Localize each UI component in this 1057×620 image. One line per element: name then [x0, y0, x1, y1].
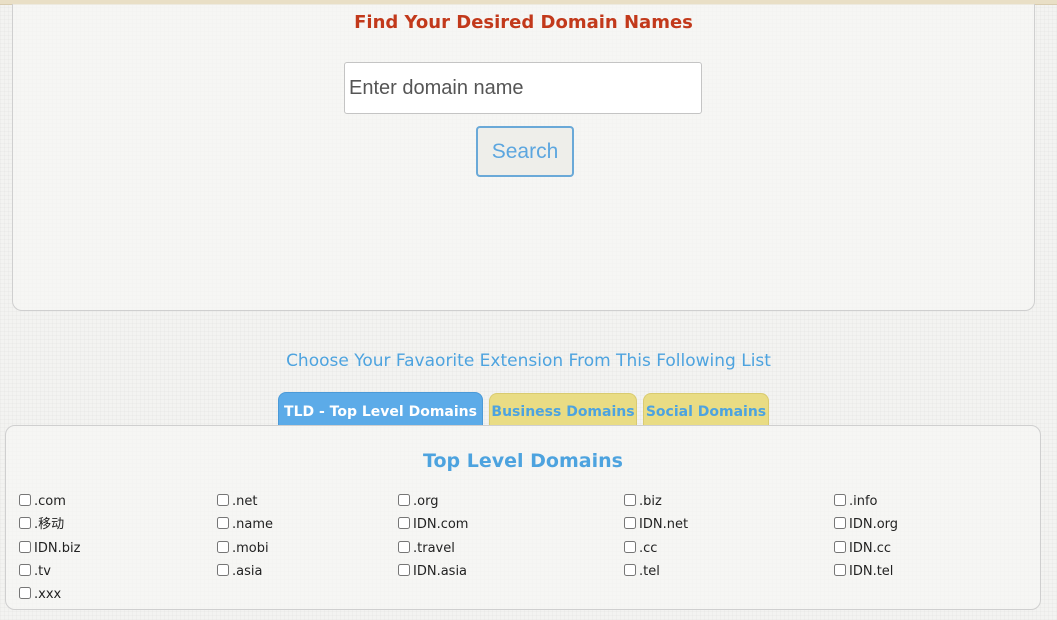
extension-item[interactable]: .info: [834, 494, 878, 510]
extension-item[interactable]: IDN.net: [624, 517, 688, 533]
extension-checkbox[interactable]: [398, 517, 410, 529]
extension-item[interactable]: IDN.org: [834, 517, 898, 533]
extension-label: IDN.cc: [849, 541, 891, 556]
tab-business-domains[interactable]: Business Domains: [489, 393, 637, 426]
extension-label: .tv: [34, 564, 51, 579]
extension-item[interactable]: .net: [217, 494, 257, 510]
choose-extension-heading: Choose Your Favaorite Extension From Thi…: [286, 351, 771, 371]
extension-checkbox[interactable]: [19, 564, 31, 576]
extension-item[interactable]: .asia: [217, 564, 262, 580]
extension-checkbox[interactable]: [834, 494, 846, 506]
extension-label: .com: [34, 494, 66, 509]
extension-checkbox[interactable]: [217, 494, 229, 506]
extension-checkbox[interactable]: [217, 541, 229, 553]
extension-label: .asia: [232, 564, 263, 579]
extension-item[interactable]: IDN.asia: [398, 564, 467, 580]
tab-tld[interactable]: TLD - Top Level Domains: [278, 392, 483, 426]
extension-checkbox[interactable]: [624, 517, 636, 529]
extension-item[interactable]: IDN.cc: [834, 541, 891, 557]
extension-checkbox[interactable]: [834, 517, 846, 529]
extension-checkbox[interactable]: [19, 494, 31, 506]
extension-item[interactable]: .org: [398, 494, 438, 510]
extension-label: IDN.com: [413, 517, 469, 532]
tab-social-domains[interactable]: Social Domains: [643, 393, 769, 426]
extension-item[interactable]: .tv: [19, 564, 51, 580]
extension-label: .xxx: [34, 587, 62, 602]
extension-checkbox[interactable]: [19, 541, 31, 553]
extension-item[interactable]: IDN.tel: [834, 564, 893, 580]
extension-item[interactable]: .biz: [624, 494, 662, 510]
extension-checkbox[interactable]: [398, 564, 410, 576]
extension-checkbox[interactable]: [834, 541, 846, 553]
extension-checkbox[interactable]: [398, 494, 410, 506]
extension-checkbox[interactable]: [217, 564, 229, 576]
extension-item[interactable]: .tel: [624, 564, 660, 580]
extension-checkbox[interactable]: [398, 541, 410, 553]
extension-checkbox[interactable]: [217, 517, 229, 529]
domain-name-input[interactable]: [344, 62, 702, 114]
extension-label: .org: [413, 494, 439, 509]
extension-item[interactable]: .name: [217, 517, 273, 533]
extension-item[interactable]: .cc: [624, 541, 657, 557]
extension-label: IDN.org: [849, 517, 899, 532]
extension-item[interactable]: .travel: [398, 541, 455, 557]
extension-label: .travel: [413, 541, 455, 556]
extension-item[interactable]: .mobi: [217, 541, 269, 557]
panel-title: Find Your Desired Domain Names: [354, 12, 693, 33]
extension-item[interactable]: .移动: [19, 517, 64, 533]
extension-item[interactable]: IDN.com: [398, 517, 468, 533]
extension-item[interactable]: .xxx: [19, 587, 61, 603]
list-title: Top Level Domains: [423, 450, 623, 472]
extension-checkbox[interactable]: [624, 541, 636, 553]
extension-checkbox[interactable]: [624, 494, 636, 506]
extension-label: IDN.tel: [849, 564, 894, 579]
extension-label: .tel: [639, 564, 660, 579]
extension-label: IDN.net: [639, 517, 689, 532]
extension-label: .net: [232, 494, 258, 509]
extension-label: IDN.biz: [34, 541, 81, 556]
search-button[interactable]: Search: [476, 126, 574, 177]
extension-checkbox[interactable]: [19, 517, 31, 529]
extension-checkbox[interactable]: [19, 587, 31, 599]
extension-item[interactable]: IDN.biz: [19, 541, 80, 557]
extension-label: .cc: [639, 541, 658, 556]
extension-label: .mobi: [232, 541, 269, 556]
extension-label: .移动: [34, 517, 65, 532]
extension-label: .biz: [639, 494, 662, 509]
extension-label: .info: [849, 494, 878, 509]
extension-label: .name: [232, 517, 273, 532]
extension-checkbox[interactable]: [834, 564, 846, 576]
extension-label: IDN.asia: [413, 564, 468, 579]
domain-search-panel: Find Your Desired Domain Names Search: [12, 4, 1035, 311]
extension-list-panel: Top Level Domains .com .net .org .biz .info.…: [5, 425, 1041, 610]
extension-item[interactable]: .com: [19, 494, 66, 510]
extension-checkbox[interactable]: [624, 564, 636, 576]
